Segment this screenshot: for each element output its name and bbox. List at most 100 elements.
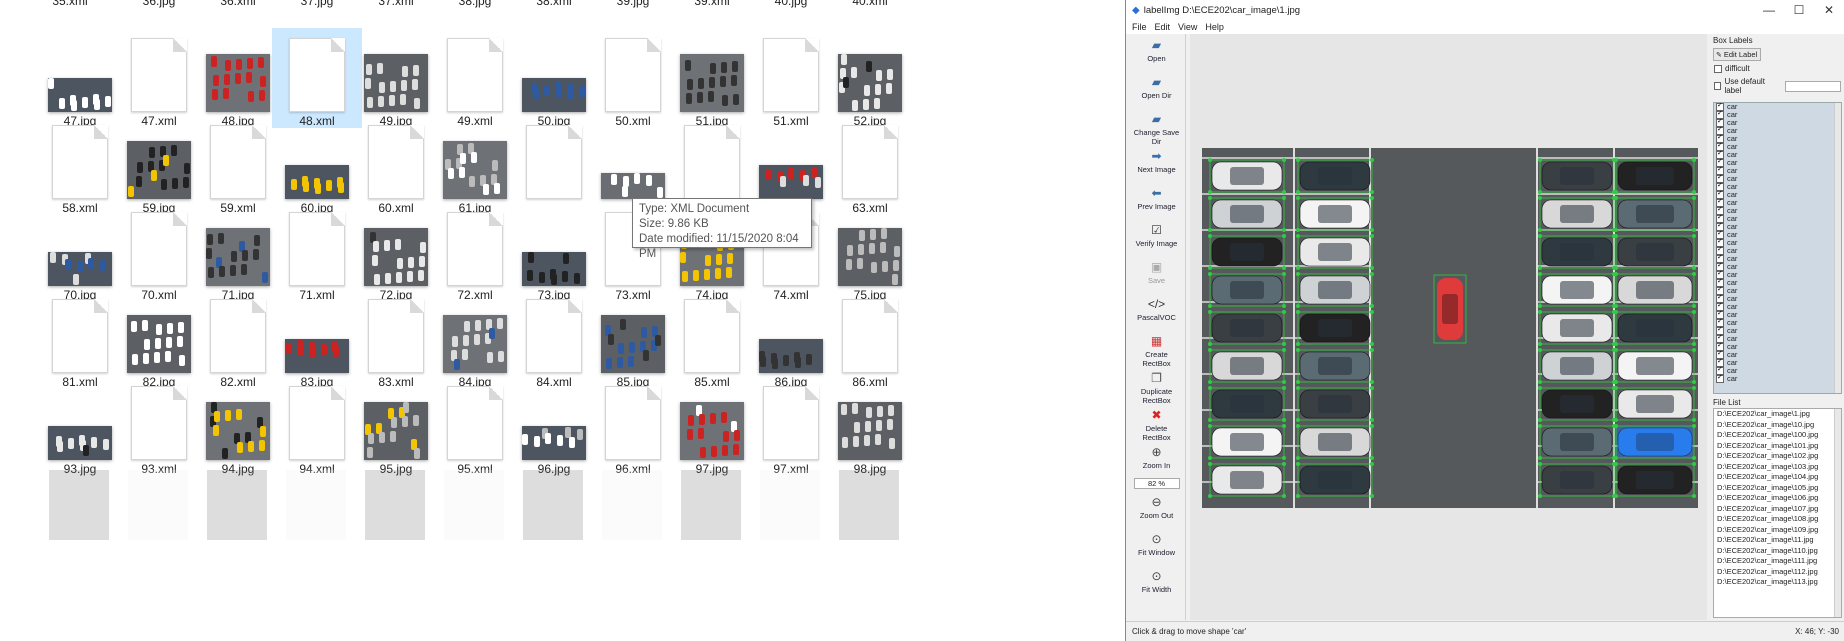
menu-view[interactable]: View xyxy=(1178,22,1197,32)
file-item[interactable]: 94.jpg xyxy=(193,376,283,476)
file-item[interactable]: 48.jpg xyxy=(193,28,283,128)
file-list-item[interactable]: D:\ECE202\car_image\10.jpg xyxy=(1714,420,1841,431)
file-item[interactable]: 59.jpg xyxy=(114,115,204,215)
file-item[interactable]: 71.jpg xyxy=(193,202,283,302)
file-item[interactable]: 84.jpg xyxy=(430,289,520,389)
default-label-input[interactable] xyxy=(1784,80,1842,92)
change-save-dir-button[interactable]: ▰ Change Save Dir xyxy=(1128,108,1185,146)
open-button[interactable]: ▰ Open xyxy=(1128,34,1185,71)
minimize-button[interactable]: — xyxy=(1754,3,1784,17)
zoom-spinbox[interactable]: 82 % xyxy=(1133,478,1180,489)
file-item[interactable]: 86.jpg xyxy=(746,289,836,389)
next-image-button[interactable]: ➡ Next Image xyxy=(1128,145,1185,182)
menu-edit[interactable]: Edit xyxy=(1155,22,1171,32)
file-list-item[interactable]: D:\ECE202\car_image\106.jpg xyxy=(1714,493,1841,504)
file-item[interactable]: 98.jpg xyxy=(825,376,915,476)
file-item[interactable]: 63.xml xyxy=(825,115,915,215)
file-list-item[interactable]: D:\ECE202\car_image\111.jpg xyxy=(1714,556,1841,567)
file-list-item[interactable]: D:\ECE202\car_image\105.jpg xyxy=(1714,483,1841,494)
edit-label-button[interactable]: ✎ Edit Label xyxy=(1713,48,1761,61)
file-list-item[interactable]: D:\ECE202\car_image\113.jpg xyxy=(1714,577,1841,588)
file-item[interactable]: 60.xml xyxy=(351,115,441,215)
file-item[interactable]: 51.xml xyxy=(746,28,836,128)
difficult-checkbox[interactable]: difficult xyxy=(1710,62,1844,75)
file-item[interactable]: 59.xml xyxy=(193,115,283,215)
file-item[interactable]: 49.jpg xyxy=(351,28,441,128)
open-dir-button[interactable]: ▰ Open Dir xyxy=(1128,71,1185,108)
file-item[interactable]: 58.xml xyxy=(35,115,125,215)
file-list-item[interactable]: D:\ECE202\car_image\108.jpg xyxy=(1714,514,1841,525)
file-item[interactable]: 86.xml xyxy=(825,289,915,389)
use-default-label-checkbox[interactable] xyxy=(1714,82,1722,90)
file-item[interactable]: 70.xml xyxy=(114,202,204,302)
file-item[interactable]: 70.jpg xyxy=(35,202,125,302)
file-item[interactable]: 72.jpg xyxy=(351,202,441,302)
fit-window-button[interactable]: ⊙ Fit Window xyxy=(1128,528,1185,565)
file-item[interactable]: 75.jpg xyxy=(825,202,915,302)
file-item[interactable]: 93.xml xyxy=(114,376,204,476)
file-list-item[interactable]: D:\ECE202\car_image\104.jpg xyxy=(1714,472,1841,483)
file-list-item[interactable]: D:\ECE202\car_image\11.jpg xyxy=(1714,535,1841,546)
file-list-item[interactable]: D:\ECE202\car_image\112.jpg xyxy=(1714,567,1841,578)
file-list-item[interactable]: D:\ECE202\car_image\101.jpg xyxy=(1714,441,1841,452)
verify-image-button[interactable]: ☑ Verify Image xyxy=(1128,219,1185,256)
menu-help[interactable]: Help xyxy=(1205,22,1224,32)
file-item[interactable]: 95.jpg xyxy=(351,376,441,476)
file-list-item[interactable]: D:\ECE202\car_image\107.jpg xyxy=(1714,504,1841,515)
label-checkbox[interactable] xyxy=(1716,375,1724,383)
file-item[interactable]: 73.jpg xyxy=(509,202,599,302)
file-item[interactable]: 60.jpg xyxy=(272,115,362,215)
file-list-item[interactable]: D:\ECE202\car_image\110.jpg xyxy=(1714,546,1841,557)
file-list-item[interactable]: D:\ECE202\car_image\102.jpg xyxy=(1714,451,1841,462)
image-canvas[interactable] xyxy=(1190,34,1707,620)
file-item[interactable]: 71.xml xyxy=(272,202,362,302)
file-item[interactable]: 96.xml xyxy=(588,376,678,476)
close-button[interactable]: ✕ xyxy=(1814,3,1844,17)
save-button[interactable]: ▣ Save xyxy=(1128,256,1185,293)
zoom-out-button[interactable]: ⊖ Zoom Out xyxy=(1128,491,1185,528)
file-item[interactable]: 72.xml xyxy=(430,202,520,302)
zoom-in-button[interactable]: ⊕ Zoom In xyxy=(1128,441,1185,478)
file-item[interactable]: 93.jpg xyxy=(35,376,125,476)
file-item[interactable]: 47.jpg xyxy=(35,28,125,128)
file-item[interactable] xyxy=(509,115,599,215)
format-button[interactable]: </> PascalVOC xyxy=(1128,293,1185,330)
parking-lot-image[interactable] xyxy=(1202,148,1698,508)
file-list-scrollbar[interactable] xyxy=(1834,409,1841,617)
file-list-item[interactable]: D:\ECE202\car_image\100.jpg xyxy=(1714,430,1841,441)
file-item[interactable]: 82.jpg xyxy=(114,289,204,389)
file-item[interactable]: 96.jpg xyxy=(509,376,599,476)
label-list-scrollbar[interactable] xyxy=(1834,103,1841,393)
file-item[interactable]: 82.xml xyxy=(193,289,283,389)
file-item[interactable]: 83.xml xyxy=(351,289,441,389)
file-list-item[interactable]: D:\ECE202\car_image\1.jpg xyxy=(1714,409,1841,420)
file-item[interactable]: 52.jpg xyxy=(825,28,915,128)
file-item[interactable]: 51.jpg xyxy=(667,28,757,128)
fit-width-button[interactable]: ⊙ Fit Width xyxy=(1128,565,1185,602)
file-item[interactable]: 47.xml xyxy=(114,28,204,128)
delete-rectbox-button[interactable]: ✖ Delete RectBox xyxy=(1128,404,1185,442)
file-item[interactable]: 50.xml xyxy=(588,28,678,128)
file-item[interactable]: 94.xml xyxy=(272,376,362,476)
prev-image-button[interactable]: ⬅ Prev Image xyxy=(1128,182,1185,219)
file-item[interactable]: 85.xml xyxy=(667,289,757,389)
file-item[interactable]: 95.xml xyxy=(430,376,520,476)
create-rectbox-button[interactable]: ▦ Create RectBox xyxy=(1128,330,1185,368)
file-item[interactable]: 81.xml xyxy=(35,289,125,389)
file-list-item[interactable]: D:\ECE202\car_image\103.jpg xyxy=(1714,462,1841,473)
file-item[interactable]: 85.jpg xyxy=(588,289,678,389)
file-list-item[interactable]: D:\ECE202\car_image\109.jpg xyxy=(1714,525,1841,536)
file-item[interactable]: 49.xml xyxy=(430,28,520,128)
file-item[interactable]: 97.xml xyxy=(746,376,836,476)
menu-file[interactable]: File xyxy=(1132,22,1147,32)
maximize-button[interactable]: ☐ xyxy=(1784,3,1814,17)
duplicate-rectbox-button[interactable]: ❐ Duplicate RectBox xyxy=(1128,367,1185,405)
file-item[interactable]: 83.jpg xyxy=(272,289,362,389)
file-item[interactable]: 48.xml xyxy=(272,28,362,128)
file-item[interactable]: 50.jpg xyxy=(509,28,599,128)
file-item[interactable]: 84.xml xyxy=(509,289,599,389)
file-item[interactable]: 97.jpg xyxy=(667,376,757,476)
annotation-layer[interactable] xyxy=(1202,148,1698,508)
label-list-item[interactable]: car xyxy=(1714,375,1841,383)
file-item[interactable]: 61.jpg xyxy=(430,115,520,215)
